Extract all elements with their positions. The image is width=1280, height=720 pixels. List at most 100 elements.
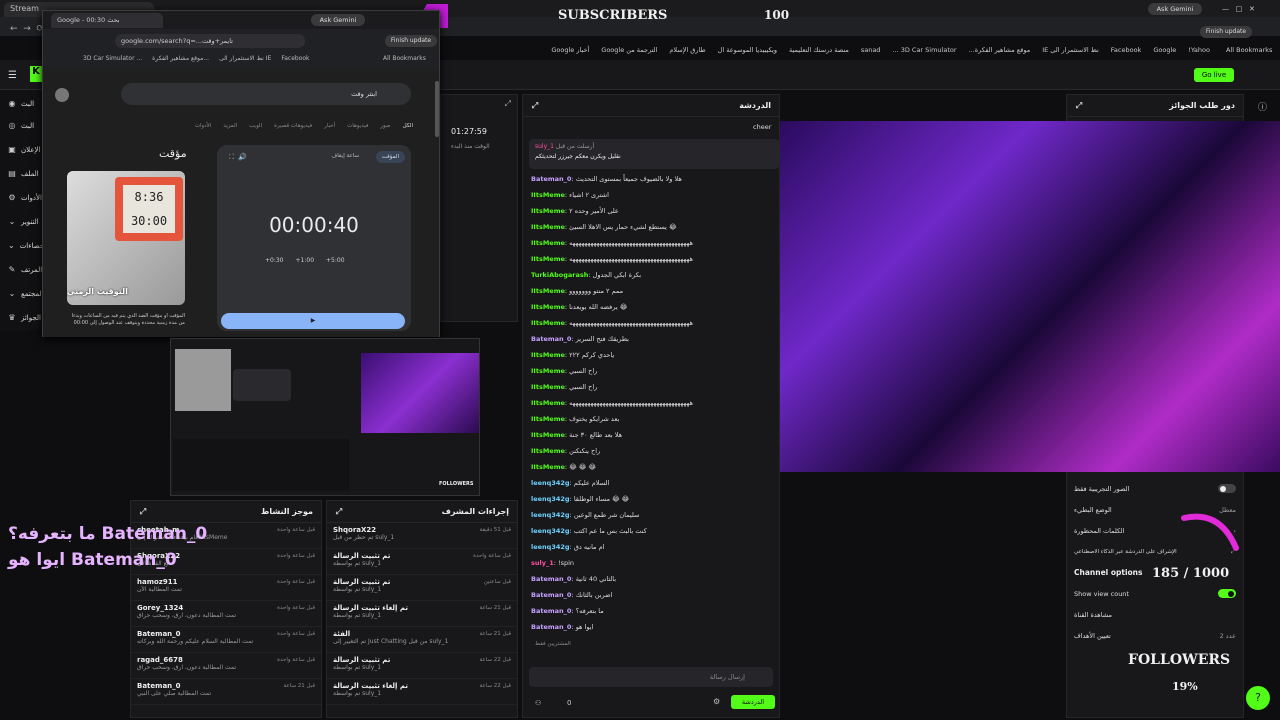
bookmark-item[interactable]: طارق الإسلام xyxy=(669,46,705,54)
menu-icon[interactable]: ☰ xyxy=(8,70,17,81)
chat-message[interactable]: IItsMeme: هههههههههههههههههههههههههههههه… xyxy=(531,395,779,411)
start-button[interactable]: ▶ xyxy=(221,313,405,329)
chat-username[interactable]: IItsMeme xyxy=(531,351,565,359)
expand-icon[interactable]: ⤢ xyxy=(335,507,343,516)
chat-username[interactable]: Bateman_0 xyxy=(531,623,571,631)
tab-videos[interactable]: فيديوهات xyxy=(347,123,368,129)
chat-message[interactable]: suly_1: !spin xyxy=(531,555,779,571)
chat-message[interactable]: Bateman_0: بالثاني 40 ثانية xyxy=(531,571,779,587)
ask-gemini-button[interactable]: Ask Gemini xyxy=(1148,3,1202,15)
gear-icon[interactable]: ⚙ xyxy=(713,697,720,706)
bookmark-item[interactable]: Google xyxy=(1153,46,1176,54)
chat-username[interactable]: Bateman_0 xyxy=(531,335,571,343)
chat-message[interactable]: IItsMeme: يستطع لشيء حمار يس الاهلا السي… xyxy=(531,219,779,235)
avatar[interactable] xyxy=(55,88,69,102)
chat-message[interactable]: IItsMeme: هههههههههههههههههههههههههههههه… xyxy=(531,235,779,251)
chat-username[interactable]: IItsMeme xyxy=(531,207,565,215)
chat-username[interactable]: leenq342g xyxy=(531,543,570,551)
tab-all[interactable]: الكل xyxy=(403,123,413,129)
info-icon[interactable]: ⓘ xyxy=(1258,100,1267,113)
go-live-button[interactable]: Go live xyxy=(1194,68,1234,82)
activity-item[interactable]: hamoz911 تمت المطالبة الآن قبل ساعة واحدة xyxy=(131,575,321,601)
mod-action-item[interactable]: تم تثبيت الرسالة تم بواسطة suly_1 قبل ساعت… xyxy=(327,575,517,601)
chat-username[interactable]: IItsMeme xyxy=(531,223,565,231)
tab-news[interactable]: أخبار xyxy=(324,123,335,129)
bookmark-item[interactable]: نظ الاستثمرار الى IE xyxy=(1042,46,1099,54)
window-controls[interactable]: — □ ✕ xyxy=(1222,3,1278,15)
tab-more[interactable]: المزيد xyxy=(223,123,237,129)
option-channel-share[interactable]: مشاهدة القناة xyxy=(1066,604,1244,625)
finish-update-button[interactable]: Finish update xyxy=(1200,26,1252,38)
expand-icon[interactable]: ⤢ xyxy=(139,507,147,516)
popup-ask-gemini[interactable]: Ask Gemini xyxy=(311,14,365,26)
chat-message[interactable]: Bateman_0: بطريقك فتح السرير xyxy=(531,331,779,347)
sidebar-item[interactable]: ♛ الجوائز xyxy=(8,310,44,326)
chat-message[interactable]: leenq342g: السلام عليكم xyxy=(531,475,779,491)
chat-username[interactable]: Bateman_0 xyxy=(531,175,571,183)
sidebar-item[interactable]: ▤ الملف xyxy=(8,166,44,182)
chat-username[interactable]: Bateman_0 xyxy=(531,607,571,615)
sidebar-item[interactable]: ◉ البث xyxy=(8,96,44,112)
tab-web[interactable]: الويب xyxy=(249,123,262,129)
help-icon[interactable]: ? xyxy=(1246,686,1270,710)
activity-item[interactable]: Gorey_1324 تمت المطالبة دعون، ارق، وسحب ح… xyxy=(131,601,321,627)
google-search-input[interactable]: ابتثر وقت xyxy=(121,83,411,105)
toggle[interactable] xyxy=(1218,589,1236,598)
mod-action-item[interactable]: تم إلغاء تثبيت الرسالة تم بواسطة suly_1 قب… xyxy=(327,679,517,705)
bookmark-item[interactable]: موقع مشاهير الفكرة... xyxy=(969,46,1031,54)
option-emote-only[interactable]: الصور التجريبية فقط xyxy=(1066,478,1244,499)
chat-username[interactable]: IItsMeme xyxy=(531,191,565,199)
chat-message[interactable]: IItsMeme: ياحدي كركم ٢٢٢ xyxy=(531,347,779,363)
mod-action-item[interactable]: تم إلغاء تثبيت الرسالة تم بواسطة suly_1 قب… xyxy=(327,601,517,627)
popup-tab[interactable]: Google - بحث 00:30 xyxy=(51,13,163,28)
bookmark-item[interactable]: الترجمة من Google xyxy=(601,46,657,54)
chat-message[interactable]: IItsMeme: راح السبي xyxy=(531,363,779,379)
bookmark-item[interactable]: sanad xyxy=(861,46,881,54)
bookmark-item[interactable]: ويكيبيديا الموسوعة ال xyxy=(718,46,777,54)
chat-message[interactable]: IItsMeme: على الأمير وحده ٢ xyxy=(531,203,779,219)
bookmark-item[interactable]: 3D Car Simulator ... xyxy=(83,55,142,62)
option-set-goals[interactable]: تعيين الأهداف عدد 2 xyxy=(1066,625,1244,646)
chat-username[interactable]: IItsMeme xyxy=(531,303,565,311)
bookmark-item[interactable]: Facebook xyxy=(1111,46,1142,54)
chat-message[interactable]: IItsMeme: هههههههههههههههههههههههههههههه… xyxy=(531,315,779,331)
bookmark-item[interactable]: Facebook xyxy=(281,55,309,62)
chat-message[interactable]: IItsMeme: هههههههههههههههههههههههههههههه… xyxy=(531,251,779,267)
chat-input[interactable]: إرسال رسالة xyxy=(529,667,773,687)
chat-username[interactable]: IItsMeme xyxy=(531,415,565,423)
chat-username[interactable]: suly_1 xyxy=(531,559,554,567)
chat-message[interactable]: TurkiAbogarash: بكرة ابكي الجدول xyxy=(531,267,779,283)
bookmark-item[interactable]: منصة درستك التعليمية xyxy=(789,46,849,54)
chat-username[interactable]: Bateman_0 xyxy=(531,575,571,583)
chat-message[interactable]: leenq342g: ام مانيه دق xyxy=(531,539,779,555)
back-icon[interactable]: ← → ⟳ xyxy=(10,24,44,34)
bookmark-item[interactable]: 3D Car Simulator ... xyxy=(892,46,956,54)
toggle[interactable] xyxy=(1218,484,1236,493)
bookmark-item[interactable]: موقع مشاهير الفكرة... xyxy=(152,55,209,62)
chat-username[interactable]: IItsMeme xyxy=(531,431,565,439)
chat-username[interactable]: IItsMeme xyxy=(531,287,565,295)
all-bookmarks[interactable]: All Bookmarks xyxy=(1226,46,1272,54)
sidebar-item[interactable]: ◎ البث xyxy=(8,118,44,134)
stopwatch-tab[interactable]: ساعة إيقاف xyxy=(332,153,359,159)
chip-add-1m[interactable]: +1:00 xyxy=(296,257,315,264)
chat-username[interactable]: IItsMeme xyxy=(531,399,565,407)
chat-message[interactable]: Bateman_0: اضربن بالثانك xyxy=(531,587,779,603)
scrollbar[interactable] xyxy=(435,81,439,137)
chip-add-5m[interactable]: +5:00 xyxy=(326,257,345,264)
option-show-view-count[interactable]: Show view count xyxy=(1066,583,1244,604)
chat-message[interactable]: IItsMeme: هلا بعد طالع ٣٠ جنة xyxy=(531,427,779,443)
sidebar-item[interactable]: ▣ الإعلان xyxy=(8,142,44,158)
chat-username[interactable]: IItsMeme xyxy=(531,319,565,327)
chat-username[interactable]: TurkiAbogarash xyxy=(531,271,588,279)
bookmark-item[interactable]: نظ الاستثمرار الى IE xyxy=(219,55,271,62)
tab-tools[interactable]: الأدوات xyxy=(195,123,211,129)
chat-message[interactable]: IItsMeme: راح ينكنكنن xyxy=(531,443,779,459)
sidebar-item[interactable]: ⌄ المجتمع xyxy=(8,286,44,302)
bookmark-item[interactable]: Yahoo! xyxy=(1188,46,1210,54)
tab-images[interactable]: صور xyxy=(380,123,390,129)
activity-item[interactable]: Bateman_0 تمت المطالبة صلي على النبي قبل 2… xyxy=(131,679,321,705)
chat-username[interactable]: IItsMeme xyxy=(531,255,565,263)
chat-message[interactable]: IItsMeme: ممم ٢ منتو ووووووو xyxy=(531,283,779,299)
chat-username[interactable]: IItsMeme xyxy=(531,383,565,391)
